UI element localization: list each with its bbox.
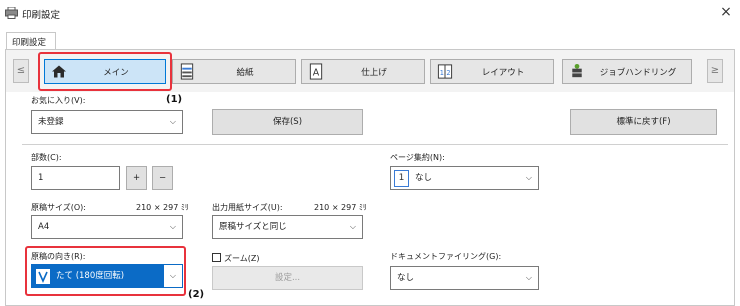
copies-increment-button[interactable]: +: [126, 166, 147, 190]
chevron-down-icon: ⌵: [169, 117, 176, 126]
tab-main[interactable]: メイン: [44, 59, 166, 84]
zoom-settings-button[interactable]: 設定...: [212, 266, 363, 290]
document-filing-value: なし: [397, 273, 415, 283]
tab-job-handling-label: ジョブハンドリング: [599, 68, 677, 78]
output-size-value: 原稿サイズと同じ: [219, 222, 287, 232]
tab-paper-label: 給紙: [236, 68, 254, 78]
tab-layout-label: レイアウト: [481, 68, 525, 78]
tab-finishing-label: 仕上げ: [361, 68, 387, 78]
callout-2: (2): [188, 289, 205, 300]
tab-job-handling[interactable]: ジョブハンドリング: [562, 59, 692, 84]
copies-value: 1: [38, 173, 44, 183]
chevron-down-icon: ⌵: [525, 173, 532, 182]
document-filing-label: ドキュメントファイリング(G):: [390, 252, 502, 261]
tab-finishing[interactable]: A 仕上げ: [301, 59, 425, 84]
close-button[interactable]: ×: [718, 4, 734, 20]
paper-tray-icon: [180, 63, 194, 80]
tab-layout[interactable]: 1 2 レイアウト: [430, 59, 554, 84]
svg-text:A: A: [313, 67, 320, 78]
dialog-tab-print-settings[interactable]: 印刷設定: [6, 32, 56, 50]
home-icon: [52, 65, 66, 78]
finishing-icon: A: [309, 63, 323, 80]
favorites-value: 未登録: [38, 117, 64, 127]
pages-per-sheet-value: なし: [415, 173, 433, 183]
printer-icon: [5, 7, 18, 19]
output-size-dims: 210 × 297 ﾐﾘ: [314, 203, 367, 212]
tab-main-label: メイン: [103, 68, 129, 78]
original-size-dims: 210 × 297 ﾐﾘ: [136, 203, 189, 212]
divider: [22, 144, 728, 145]
tab-scroll-left-button[interactable]: ≤: [13, 59, 29, 83]
pages-per-sheet-icon: 1: [394, 170, 409, 187]
tab-scroll-right-button[interactable]: ≥: [707, 59, 723, 83]
original-size-value: A4: [38, 222, 50, 232]
svg-text:1: 1: [440, 69, 444, 77]
original-size-label: 原稿サイズ(O):: [31, 203, 86, 212]
svg-text:2: 2: [446, 69, 450, 77]
tab-paper[interactable]: 給紙: [172, 59, 296, 84]
original-size-dropdown[interactable]: A4 ⌵: [31, 215, 183, 239]
layout-icon: 1 2: [437, 64, 453, 79]
zoom-checkbox[interactable]: [212, 253, 221, 262]
pages-per-sheet-label: ページ集約(N):: [390, 153, 445, 162]
chevron-down-icon: ⌵: [525, 273, 532, 282]
favorites-dropdown[interactable]: 未登録 ⌵: [31, 110, 183, 134]
callout-1: (1): [166, 94, 183, 105]
reset-defaults-button[interactable]: 標準に戻す(F): [570, 109, 717, 135]
chevron-down-icon: ⌵: [169, 271, 176, 280]
document-filing-dropdown[interactable]: なし ⌵: [390, 266, 539, 290]
copies-decrement-button[interactable]: −: [152, 166, 173, 190]
orientation-dropdown[interactable]: たて (180度回転) ⌵: [31, 264, 183, 288]
title-bar: [0, 0, 740, 26]
zoom-label: ズーム(Z): [224, 254, 260, 263]
chevron-down-icon: ⌵: [349, 222, 356, 231]
copies-label: 部数(C):: [31, 153, 62, 162]
chevron-down-icon: ⌵: [169, 222, 176, 231]
pages-per-sheet-dropdown[interactable]: 1 なし ⌵: [390, 166, 539, 190]
output-size-label: 出力用紙サイズ(U):: [212, 203, 283, 212]
portrait-rotated-icon: [36, 269, 50, 284]
save-button[interactable]: 保存(S): [212, 109, 363, 135]
orientation-label: 原稿の向き(R):: [31, 252, 86, 261]
orientation-value: たて (180度回転): [56, 271, 125, 281]
favorites-label: お気に入り(V):: [31, 96, 86, 105]
window-title: 印刷設定: [22, 10, 61, 21]
output-size-dropdown[interactable]: 原稿サイズと同じ ⌵: [212, 215, 363, 239]
copies-input[interactable]: 1: [31, 166, 120, 190]
job-handling-icon: [572, 63, 582, 78]
